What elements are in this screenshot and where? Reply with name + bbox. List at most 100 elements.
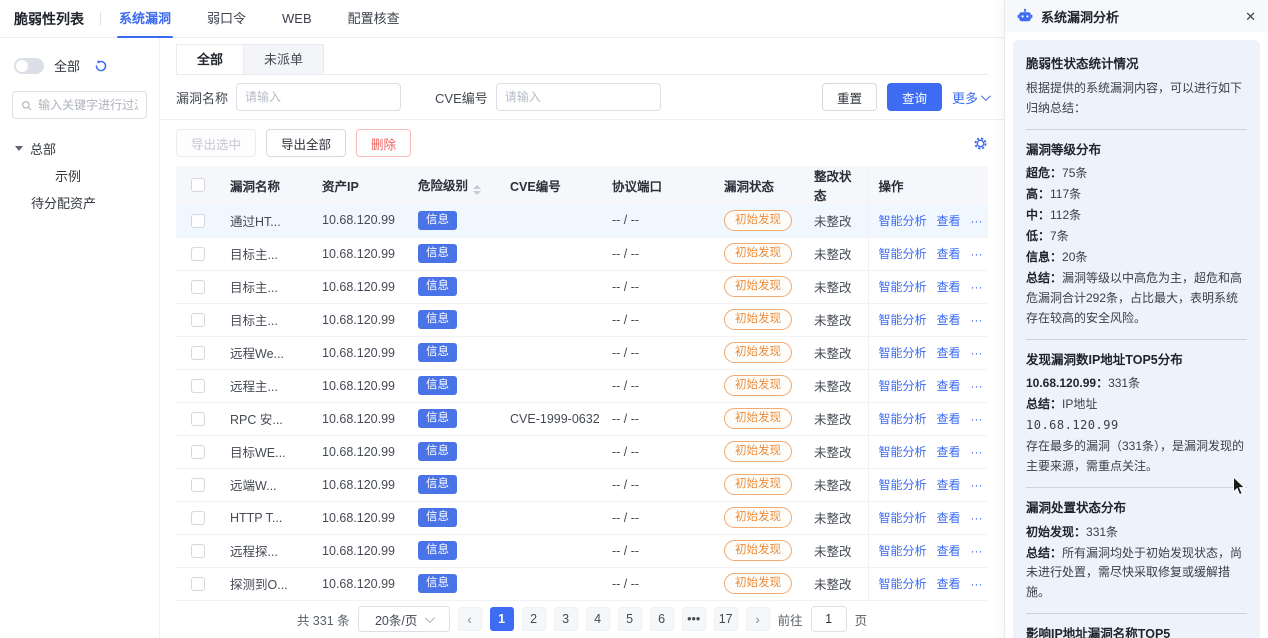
scope-toggle[interactable] [14,58,44,74]
action-查看[interactable]: 查看 [937,445,961,459]
page-ellipsis[interactable]: ••• [682,607,706,631]
delete-button[interactable]: 删除 [356,129,411,157]
action-···[interactable]: ··· [971,346,983,360]
list-tab-未派单[interactable]: 未派单 [244,44,324,74]
tree-node-待分配资产[interactable]: 待分配资产 [12,189,147,216]
action-查看[interactable]: 查看 [937,412,961,426]
action-查看[interactable]: 查看 [937,544,961,558]
action-查看[interactable]: 查看 [937,346,961,360]
page-button-2[interactable]: 2 [522,607,546,631]
tree-node-总部[interactable]: 总部 [12,135,147,162]
cell-vuln-name[interactable]: 目标WE... [220,435,312,468]
action-智能分析[interactable]: 智能分析 [879,511,927,525]
action-查看[interactable]: 查看 [937,313,961,327]
action-智能分析[interactable]: 智能分析 [879,379,927,393]
cell-vuln-name[interactable]: HTTP T... [220,501,312,534]
action-智能分析[interactable]: 智能分析 [879,247,927,261]
top-tab-系统漏洞[interactable]: 系统漏洞 [119,0,171,38]
action-智能分析[interactable]: 智能分析 [879,313,927,327]
list-tab-全部[interactable]: 全部 [176,44,244,74]
cell-vuln-name[interactable]: 远程探... [220,534,312,567]
page-button-17[interactable]: 17 [714,607,738,631]
action-查看[interactable]: 查看 [937,511,961,525]
action-智能分析[interactable]: 智能分析 [879,544,927,558]
top-tab-弱口令[interactable]: 弱口令 [207,0,246,38]
export-selected-button[interactable]: 导出选中 [176,129,256,157]
export-all-button[interactable]: 导出全部 [266,129,346,157]
action-···[interactable]: ··· [971,214,983,228]
refresh-icon[interactable] [94,59,108,73]
row-checkbox[interactable] [191,214,205,228]
cell-vuln-name[interactable]: RPC 安... [220,402,312,435]
row-checkbox[interactable] [191,544,205,558]
page-size-select[interactable]: 20条/页 [358,606,450,632]
page-button-4[interactable]: 4 [586,607,610,631]
action-查看[interactable]: 查看 [937,280,961,294]
action-···[interactable]: ··· [971,412,983,426]
page-button-3[interactable]: 3 [554,607,578,631]
action-智能分析[interactable]: 智能分析 [879,346,927,360]
cell-vuln-name[interactable]: 远程主... [220,369,312,402]
action-···[interactable]: ··· [971,379,983,393]
search-button[interactable]: 查询 [887,83,942,111]
prev-page-button[interactable]: ‹ [458,607,482,631]
cell-vuln-name[interactable]: 探测到O... [220,567,312,600]
action-查看[interactable]: 查看 [937,577,961,591]
cell-vuln-name[interactable]: 通过HT... [220,204,312,237]
top-tab-WEB[interactable]: WEB [282,0,312,38]
row-checkbox[interactable] [191,445,205,459]
action-查看[interactable]: 查看 [937,478,961,492]
tree-node-label: 待分配资产 [31,193,96,212]
page-button-1[interactable]: 1 [490,607,514,631]
action-···[interactable]: ··· [971,247,983,261]
cell-port: -- / -- [602,468,714,501]
select-all-checkbox[interactable] [191,178,205,192]
action-智能分析[interactable]: 智能分析 [879,412,927,426]
cell-vuln-name[interactable]: 远程We... [220,336,312,369]
action-···[interactable]: ··· [971,313,983,327]
tree-node-示例[interactable]: 示例 [12,162,147,189]
row-checkbox[interactable] [191,379,205,393]
sort-icon[interactable] [473,185,481,195]
action-智能分析[interactable]: 智能分析 [879,478,927,492]
sidebar-search-input[interactable] [38,98,138,112]
row-checkbox[interactable] [191,412,205,426]
row-checkbox[interactable] [191,478,205,492]
row-checkbox[interactable] [191,511,205,525]
vuln-status-badge: 初始发现 [724,441,792,462]
cve-input[interactable] [496,83,661,111]
reset-button[interactable]: 重置 [822,83,877,111]
action-智能分析[interactable]: 智能分析 [879,445,927,459]
goto-page-input[interactable] [811,606,847,632]
cell-vuln-name[interactable]: 远端W... [220,468,312,501]
action-···[interactable]: ··· [971,511,983,525]
action-···[interactable]: ··· [971,280,983,294]
action-智能分析[interactable]: 智能分析 [879,577,927,591]
row-checkbox[interactable] [191,313,205,327]
row-checkbox[interactable] [191,280,205,294]
row-checkbox[interactable] [191,577,205,591]
action-···[interactable]: ··· [971,577,983,591]
action-···[interactable]: ··· [971,445,983,459]
cell-vuln-name[interactable]: 目标主... [220,303,312,336]
more-filters-link[interactable]: 更多 [952,88,988,107]
close-icon[interactable]: ✕ [1245,10,1256,23]
cell-vuln-name[interactable]: 目标主... [220,270,312,303]
page-button-5[interactable]: 5 [618,607,642,631]
gear-icon[interactable] [973,136,988,151]
action-查看[interactable]: 查看 [937,247,961,261]
action-···[interactable]: ··· [971,478,983,492]
row-checkbox-cell [176,369,220,402]
cell-vuln-name[interactable]: 目标主... [220,237,312,270]
row-checkbox[interactable] [191,247,205,261]
vuln-name-input[interactable] [236,83,401,111]
action-查看[interactable]: 查看 [937,379,961,393]
top-tab-配置核查[interactable]: 配置核查 [348,0,400,38]
action-智能分析[interactable]: 智能分析 [879,214,927,228]
action-···[interactable]: ··· [971,544,983,558]
page-button-6[interactable]: 6 [650,607,674,631]
next-page-button[interactable]: › [746,607,770,631]
row-checkbox[interactable] [191,346,205,360]
action-智能分析[interactable]: 智能分析 [879,280,927,294]
action-查看[interactable]: 查看 [937,214,961,228]
